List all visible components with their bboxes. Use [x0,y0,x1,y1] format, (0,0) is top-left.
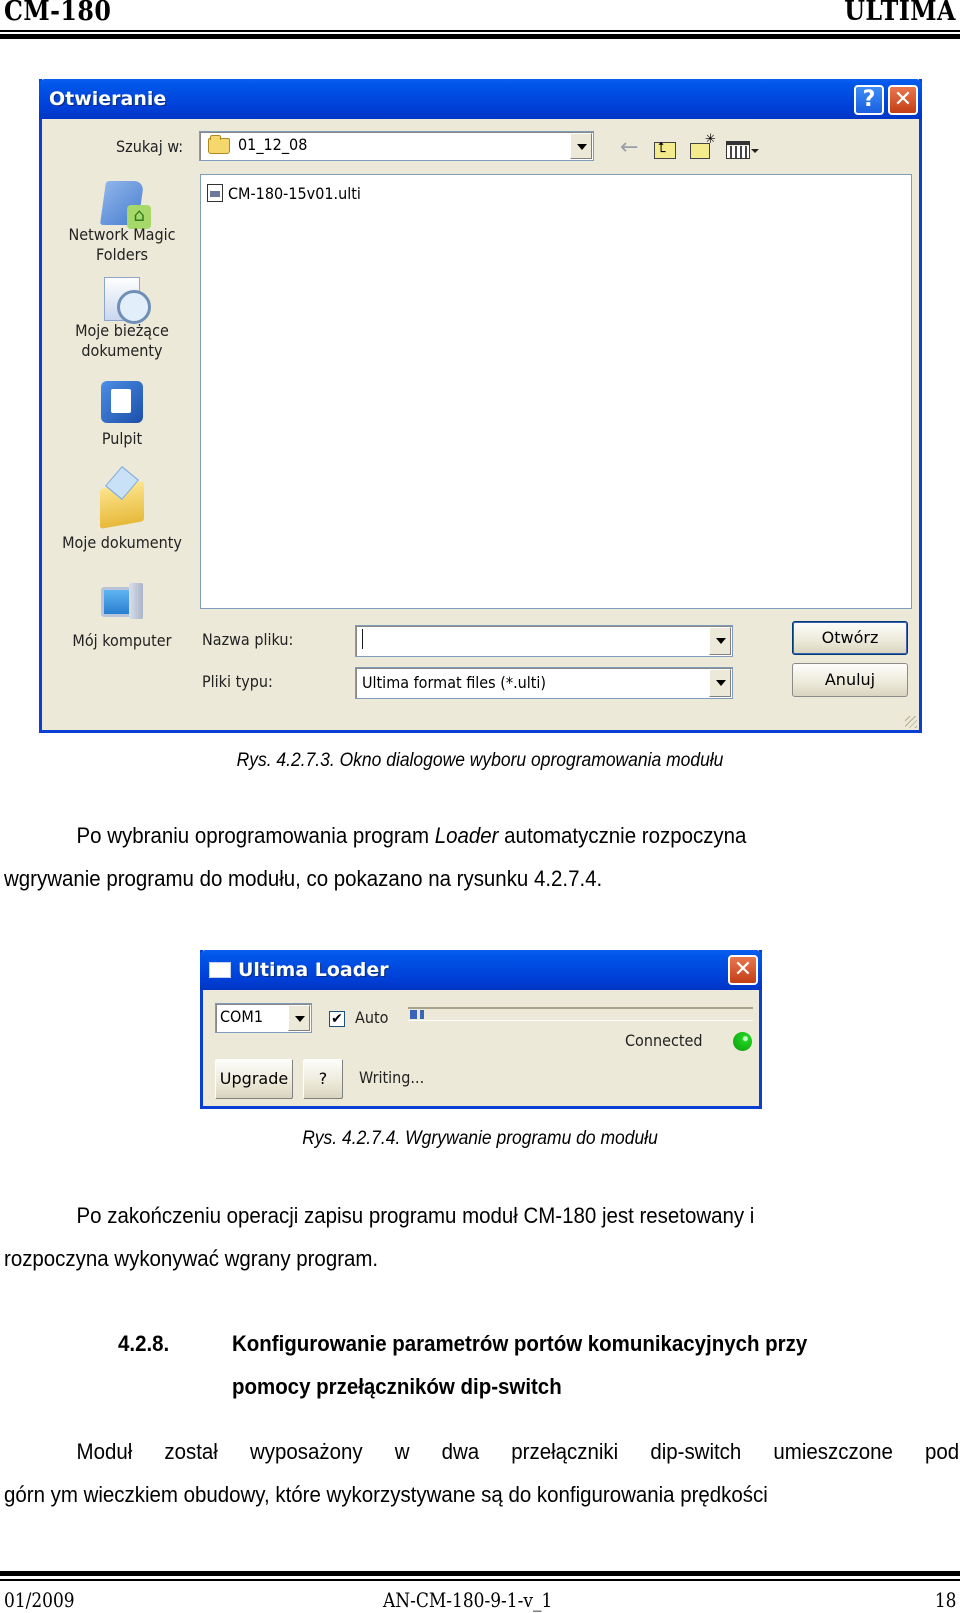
cancel-button[interactable]: Anuluj [792,663,908,697]
look-in-dropdown[interactable]: 01_12_08 [199,131,594,161]
file-list[interactable]: CM-180-15v01.ulti [200,174,912,609]
up-folder-icon[interactable] [654,140,676,159]
upgrade-button[interactable]: Upgrade [215,1059,293,1099]
auto-label: Auto [355,1008,389,1027]
open-button[interactable]: Otwórz [792,621,908,655]
port-dropdown[interactable]: COM1 [215,1003,312,1033]
figure-caption: Rys. 4.2.7.4. Wgrywanie programu do modu… [302,1128,658,1149]
file-name: CM-180-15v01.ulti [228,183,361,203]
figure-caption: Rys. 4.2.7.3. Okno dialogowe wyboru opro… [236,750,724,771]
section-number: 4.2.8. [118,1331,170,1356]
connection-status: Connected [625,1031,703,1050]
header-product: CM-180 [4,0,112,27]
footer-rule-thick [0,1571,960,1576]
status-led-icon [733,1032,752,1051]
place-desktop[interactable]: Pulpit [47,381,197,449]
header-brand: ULTIMA [844,0,956,27]
chevron-down-icon[interactable] [570,133,592,159]
chevron-down-icon[interactable] [709,627,731,655]
folder-icon [208,135,230,154]
loader-term: Loader [434,823,499,848]
my-documents-icon [100,481,144,529]
place-my-documents[interactable]: Moje dokumenty [47,479,197,553]
my-computer-icon [99,581,145,625]
place-my-computer[interactable]: Mój komputer [47,581,197,651]
look-in-label: Szukaj w: [116,137,184,156]
resize-grip[interactable] [905,716,917,728]
paragraph-line: Moduł został wyposażony w dwa przełączni… [76,1439,960,1464]
chevron-down-icon[interactable] [288,1005,310,1031]
footer-doc-id: AN-CM-180-9-1-v_1 [383,1588,553,1612]
paragraph-line: górn ym wieczkiem obudowy, które wykorzy… [4,1482,768,1507]
look-in-value: 01_12_08 [238,135,308,154]
filetype-value: Ultima format files (*.ulti) [362,673,547,692]
footer-rule [0,1579,960,1581]
footer-date: 01/2009 [4,1588,75,1612]
paragraph: Po wybraniu oprogramowania program Loade… [4,814,897,900]
place-label: Mój komputer [72,631,172,650]
place-label: Moje dokumenty [62,533,182,552]
new-folder-icon[interactable] [690,132,716,159]
operation-status: Writing... [359,1068,425,1087]
back-icon[interactable]: ← [620,137,646,159]
place-label: Pulpit [101,429,143,448]
close-button[interactable]: ✕ [728,955,758,985]
paragraph-line: wgrywanie programu do modułu, co pokazan… [4,866,603,891]
section-title: Konfigurowanie parametrów portów komunik… [232,1331,808,1399]
loader-titlebar[interactable]: Ultima Loader ✕ [200,950,762,990]
place-label: Network Magic Folders [68,225,176,264]
paragraph-line: rozpoczyna wykonywać wgrany program. [4,1246,379,1271]
filetype-label: Pliki typu: [202,672,273,691]
header-rule [0,30,960,32]
place-label: Moje bieżące dokumenty [75,321,169,360]
place-network-magic-folders[interactable]: Network Magic Folders [47,181,197,265]
paragraph: Moduł został wyposażony w dwa przełączni… [4,1430,959,1516]
dialog-titlebar[interactable]: Otwieranie ? ✕ [39,79,922,119]
paragraph-line: Po wybraniu oprogramowania program Loade… [76,823,747,848]
auto-checkbox[interactable]: ✔ [329,1011,345,1027]
progress-bar [408,1007,753,1021]
filename-label: Nazwa pliku: [202,630,294,649]
close-button[interactable]: ✕ [888,85,918,115]
paragraph-line: Po zakończeniu operacji zapisu programu … [76,1203,755,1228]
desktop-icon [101,381,143,423]
file-item[interactable]: CM-180-15v01.ulti [207,183,376,203]
place-recent-documents[interactable]: Moje bieżące dokumenty [47,277,197,361]
port-value: COM1 [220,1007,263,1026]
open-file-dialog: Otwieranie ? ✕ Szukaj w: 01_12_08 ← Netw… [39,79,922,733]
ulti-file-icon [207,184,223,202]
ultima-loader-window: Ultima Loader ✕ COM1 ✔ Auto Connected Up… [200,950,762,1109]
help-button[interactable]: ? [303,1059,343,1099]
view-menu-icon[interactable] [726,141,759,159]
app-icon [209,962,231,978]
loader-title: Ultima Loader [238,959,389,981]
progress-fill [410,1010,424,1019]
footer-page-number: 18 [934,1588,956,1612]
dialog-title: Otwieranie [49,88,167,110]
paragraph: Po zakończeniu operacji zapisu programu … [4,1194,897,1280]
chevron-down-icon[interactable] [709,669,731,697]
header-rule-thick [0,34,960,39]
places-bar: Network Magic Folders Moje bieżące dokum… [47,169,197,729]
filename-value [362,629,363,649]
filetype-dropdown[interactable]: Ultima format files (*.ulti) [355,667,733,699]
network-magic-folders-icon [99,181,145,225]
help-button[interactable]: ? [854,85,884,115]
recent-documents-icon [104,277,151,324]
filename-input[interactable] [355,625,733,657]
